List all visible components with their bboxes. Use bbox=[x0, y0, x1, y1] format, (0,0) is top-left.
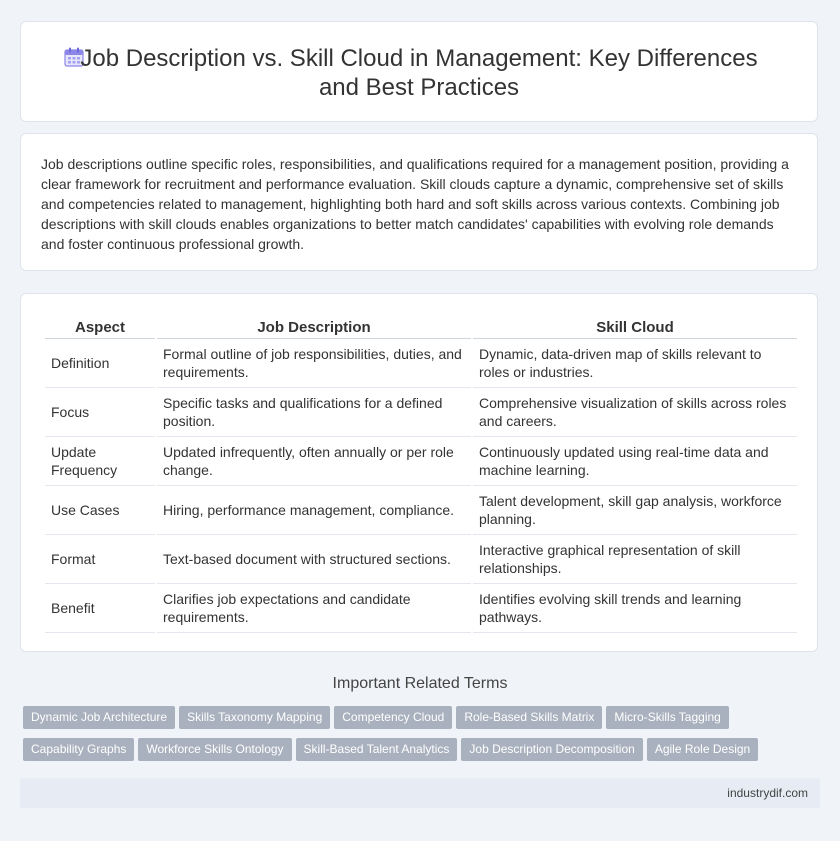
cell-job-description: Text-based document with structured sect… bbox=[157, 535, 471, 584]
table-row: Benefit Clarifies job expectations and c… bbox=[45, 584, 797, 633]
table-row: Definition Formal outline of job respons… bbox=[45, 339, 797, 388]
intro-paragraph: Job descriptions outline specific roles,… bbox=[41, 156, 789, 252]
cell-aspect: Update Frequency bbox=[45, 437, 155, 486]
header-skill-cloud: Skill Cloud bbox=[473, 316, 797, 339]
related-term-tag[interactable]: Agile Role Design bbox=[646, 738, 759, 761]
cell-skill-cloud: Identifies evolving skill trends and lea… bbox=[473, 584, 797, 633]
cell-aspect: Format bbox=[45, 535, 155, 584]
cell-aspect: Use Cases bbox=[45, 486, 155, 535]
related-terms-list: Dynamic Job Architecture Skills Taxonomy … bbox=[23, 706, 823, 770]
related-term-tag[interactable]: Micro-Skills Tagging bbox=[606, 706, 729, 729]
header-aspect: Aspect bbox=[45, 316, 155, 339]
cell-job-description: Updated infrequently, often annually or … bbox=[157, 437, 471, 486]
related-term-tag[interactable]: Skills Taxonomy Mapping bbox=[179, 706, 331, 729]
cell-skill-cloud: Comprehensive visualization of skills ac… bbox=[473, 388, 797, 437]
comparison-table: Aspect Job Description Skill Cloud Defin… bbox=[43, 316, 799, 633]
related-term-tag[interactable]: Role-Based Skills Matrix bbox=[456, 706, 603, 729]
related-term-tag[interactable]: Capability Graphs bbox=[23, 738, 135, 761]
header-job-description: Job Description bbox=[157, 316, 471, 339]
intro-card: Job descriptions outline specific roles,… bbox=[20, 133, 818, 271]
title-card: Job Description vs. Skill Cloud in Manag… bbox=[20, 21, 818, 122]
related-term-tag[interactable]: Competency Cloud bbox=[334, 706, 453, 729]
cell-aspect: Focus bbox=[45, 388, 155, 437]
related-term-tag[interactable]: Skill-Based Talent Analytics bbox=[295, 738, 458, 761]
table-row: Focus Specific tasks and qualifications … bbox=[45, 388, 797, 437]
related-term-tag[interactable]: Dynamic Job Architecture bbox=[23, 706, 176, 729]
cell-job-description: Specific tasks and qualifications for a … bbox=[157, 388, 471, 437]
table-row: Format Text-based document with structur… bbox=[45, 535, 797, 584]
cell-skill-cloud: Talent development, skill gap analysis, … bbox=[473, 486, 797, 535]
footer-site-link[interactable]: industrydif.com bbox=[727, 786, 808, 800]
cell-skill-cloud: Dynamic, data-driven map of skills relev… bbox=[473, 339, 797, 388]
cell-aspect: Benefit bbox=[45, 584, 155, 633]
cell-aspect: Definition bbox=[45, 339, 155, 388]
related-term-tag[interactable]: Workforce Skills Ontology bbox=[138, 738, 292, 761]
cell-job-description: Hiring, performance management, complian… bbox=[157, 486, 471, 535]
cell-job-description: Clarifies job expectations and candidate… bbox=[157, 584, 471, 633]
related-terms-heading: Important Related Terms bbox=[332, 675, 508, 692]
table-header-row: Aspect Job Description Skill Cloud bbox=[45, 316, 797, 339]
cell-skill-cloud: Interactive graphical representation of … bbox=[473, 535, 797, 584]
cell-skill-cloud: Continuously updated using real-time dat… bbox=[473, 437, 797, 486]
page-title: Job Description vs. Skill Cloud in Manag… bbox=[80, 45, 758, 101]
footer-bar: industrydif.com bbox=[20, 778, 820, 808]
table-row: Update Frequency Updated infrequently, o… bbox=[45, 437, 797, 486]
comparison-card: Aspect Job Description Skill Cloud Defin… bbox=[20, 293, 818, 652]
cell-job-description: Formal outline of job responsibilities, … bbox=[157, 339, 471, 388]
table-row: Use Cases Hiring, performance management… bbox=[45, 486, 797, 535]
related-term-tag[interactable]: Job Description Decomposition bbox=[461, 738, 643, 761]
